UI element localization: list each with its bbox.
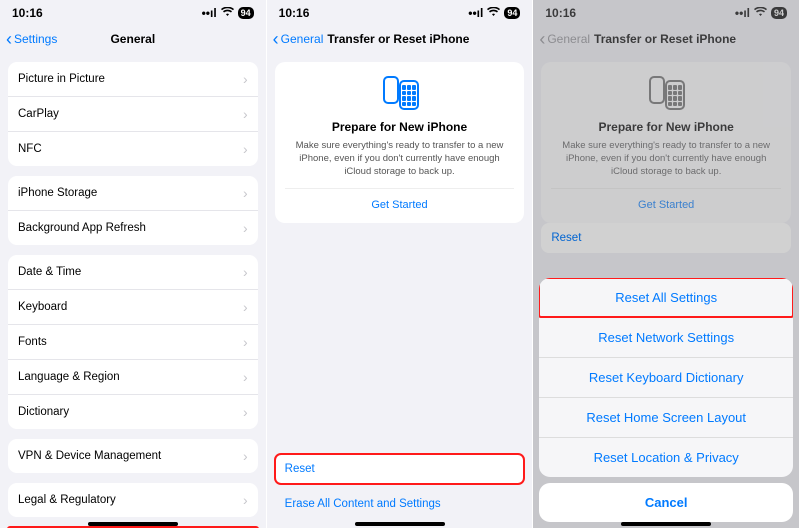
chevron-right-icon bbox=[243, 299, 248, 315]
chevron-right-icon bbox=[243, 369, 248, 385]
get-started-button[interactable]: Get Started bbox=[285, 188, 515, 217]
two-phones-icon bbox=[381, 76, 419, 110]
chevron-left-icon bbox=[273, 30, 279, 48]
row-legal-regulatory[interactable]: Legal & Regulatory bbox=[8, 483, 258, 517]
cancel-button[interactable]: Cancel bbox=[539, 483, 793, 522]
nav-bar: Settings General bbox=[0, 26, 266, 52]
settings-scroll[interactable]: Picture in Picture CarPlay NFC iPhone St… bbox=[0, 52, 266, 528]
content: Prepare for New iPhone Make sure everyth… bbox=[267, 52, 533, 528]
status-bar: 10:16 ••ıl 94 bbox=[0, 0, 266, 26]
back-button[interactable]: General bbox=[273, 30, 324, 48]
nav-title: General bbox=[110, 32, 155, 46]
back-label: General bbox=[281, 32, 324, 46]
card-heading: Prepare for New iPhone bbox=[285, 120, 515, 134]
wifi-icon bbox=[221, 6, 234, 20]
reset-all-settings[interactable]: Reset All Settings bbox=[539, 278, 793, 317]
home-indicator[interactable] bbox=[621, 522, 711, 526]
wifi-icon bbox=[487, 6, 500, 20]
row-fonts[interactable]: Fonts bbox=[8, 324, 258, 359]
chevron-right-icon bbox=[243, 185, 248, 201]
nav-title: Transfer or Reset iPhone bbox=[327, 32, 469, 46]
signal-icon: ••ıl bbox=[202, 6, 217, 20]
chevron-right-icon bbox=[243, 404, 248, 420]
row-date-time[interactable]: Date & Time bbox=[8, 255, 258, 289]
reset-home-screen-layout[interactable]: Reset Home Screen Layout bbox=[539, 397, 793, 437]
back-label: Settings bbox=[14, 32, 57, 46]
battery-icon: 94 bbox=[238, 7, 254, 19]
screen-general-settings: 10:16 ••ıl 94 Settings General Picture i… bbox=[0, 0, 267, 528]
status-time: 10:16 bbox=[12, 6, 43, 20]
reset-button[interactable]: Reset bbox=[275, 454, 525, 484]
prepare-card: Prepare for New iPhone Make sure everyth… bbox=[275, 62, 525, 223]
chevron-right-icon bbox=[243, 448, 248, 464]
status-time: 10:16 bbox=[279, 6, 310, 20]
row-dictionary[interactable]: Dictionary bbox=[8, 394, 258, 429]
row-language-region[interactable]: Language & Region bbox=[8, 359, 258, 394]
chevron-right-icon bbox=[243, 71, 248, 87]
chevron-right-icon bbox=[243, 492, 248, 508]
card-body: Make sure everything's ready to transfer… bbox=[285, 140, 515, 178]
row-keyboard[interactable]: Keyboard bbox=[8, 289, 258, 324]
back-button[interactable]: Settings bbox=[6, 30, 57, 48]
battery-icon: 94 bbox=[504, 7, 520, 19]
sheet-options: Reset All Settings Reset Network Setting… bbox=[539, 278, 793, 477]
settings-group: Legal & Regulatory bbox=[8, 483, 258, 517]
reset-network-settings[interactable]: Reset Network Settings bbox=[539, 317, 793, 357]
row-background-app-refresh[interactable]: Background App Refresh bbox=[8, 210, 258, 245]
row-nfc[interactable]: NFC bbox=[8, 131, 258, 166]
nav-bar: General Transfer or Reset iPhone bbox=[267, 26, 533, 52]
signal-icon: ••ıl bbox=[468, 6, 483, 20]
chevron-right-icon bbox=[243, 141, 248, 157]
reset-location-privacy[interactable]: Reset Location & Privacy bbox=[539, 437, 793, 477]
screen-reset-sheet: 10:16 ••ıl 94 General Transfer or Reset … bbox=[533, 0, 800, 528]
row-carplay[interactable]: CarPlay bbox=[8, 96, 258, 131]
chevron-right-icon bbox=[243, 106, 248, 122]
status-bar: 10:16 ••ıl 94 bbox=[267, 0, 533, 26]
settings-group: VPN & Device Management bbox=[8, 439, 258, 473]
row-iphone-storage[interactable]: iPhone Storage bbox=[8, 176, 258, 210]
erase-all-button[interactable]: Erase All Content and Settings bbox=[275, 490, 525, 518]
settings-group: iPhone Storage Background App Refresh bbox=[8, 176, 258, 245]
chevron-right-icon bbox=[243, 334, 248, 350]
row-vpn-device-mgmt[interactable]: VPN & Device Management bbox=[8, 439, 258, 473]
reset-keyboard-dictionary[interactable]: Reset Keyboard Dictionary bbox=[539, 357, 793, 397]
screen-transfer-reset: 10:16 ••ıl 94 General Transfer or Reset … bbox=[267, 0, 534, 528]
action-sheet: Reset All Settings Reset Network Setting… bbox=[539, 278, 793, 522]
chevron-left-icon bbox=[6, 30, 12, 48]
home-indicator[interactable] bbox=[355, 522, 445, 526]
home-indicator[interactable] bbox=[88, 522, 178, 526]
settings-group: Date & Time Keyboard Fonts Language & Re… bbox=[8, 255, 258, 429]
chevron-right-icon bbox=[243, 220, 248, 236]
chevron-right-icon bbox=[243, 264, 248, 280]
settings-group: Picture in Picture CarPlay NFC bbox=[8, 62, 258, 166]
row-picture-in-picture[interactable]: Picture in Picture bbox=[8, 62, 258, 96]
